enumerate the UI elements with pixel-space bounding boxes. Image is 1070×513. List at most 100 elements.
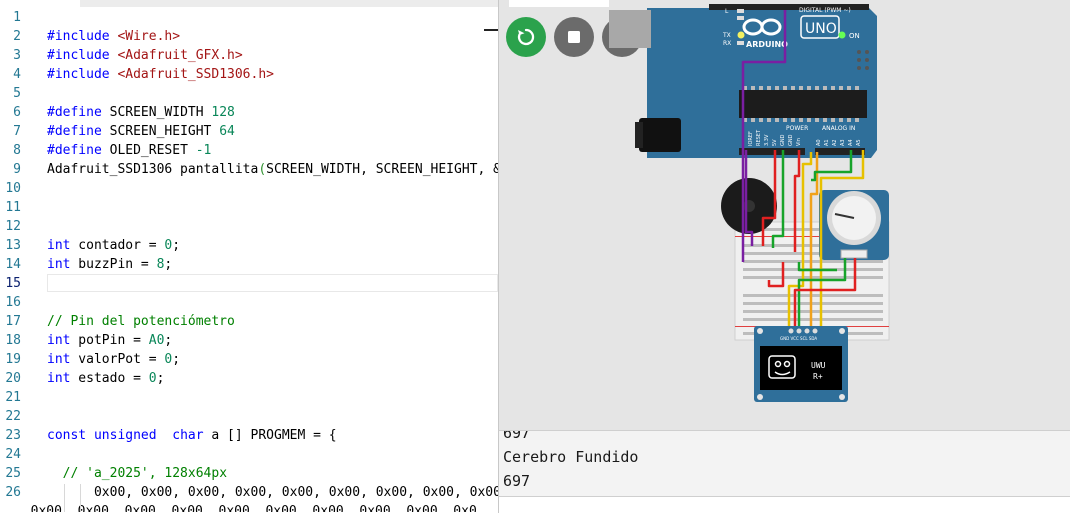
type-keyword: const <box>47 428 87 443</box>
define-name: SCREEN_HEIGHT <box>101 124 220 139</box>
define-name: SCREEN_WIDTH <box>101 105 212 120</box>
code-line-16[interactable] <box>47 293 498 312</box>
include-directive: #include <box>47 67 110 82</box>
code-line-15[interactable] <box>47 274 498 293</box>
code-line-8[interactable]: #define OLED_RESET -1 <box>47 141 498 160</box>
code-line-5[interactable] <box>47 84 498 103</box>
code-line-7[interactable]: #define SCREEN_HEIGHT 64 <box>47 122 498 141</box>
code-semicolon: ; <box>156 371 165 386</box>
define-directive: #define <box>47 143 102 158</box>
type-keyword: int <box>47 257 71 272</box>
simulation-canvas[interactable]: DIGITAL (PWM ~) ARDUINO UNO L TX RX ON P… <box>498 0 1070 430</box>
indent-guide <box>64 484 65 512</box>
code-line-6[interactable]: #define SCREEN_WIDTH 128 <box>47 103 498 122</box>
code-editor[interactable]: 1 2 3 4 5 6 7 8 9 10 11 12 13 14 15 16 1… <box>0 0 498 512</box>
serial-input-bar[interactable] <box>498 496 1070 513</box>
code-paren: ( <box>258 162 267 177</box>
code-text-segment: Adafruit_SSD1306 pantallita <box>47 162 259 177</box>
line-number: 7 <box>13 124 21 139</box>
code-line-26[interactable]: 0x00, 0x00, 0x00, 0x00, 0x00, 0x00, 0x00… <box>47 483 498 502</box>
serial-monitor[interactable]: 697 Cerebro Fundido 697 <box>498 430 1070 497</box>
buzzer[interactable] <box>721 178 777 234</box>
line-number: 11 <box>5 200 21 215</box>
code-line-11[interactable] <box>47 198 498 217</box>
pin-gnd: GND <box>788 134 794 146</box>
code-line-4[interactable]: #include <Adafruit_SSD1306.h> <box>47 65 498 84</box>
pin-reset: RESET <box>756 129 762 146</box>
serial-line: 697 <box>503 430 531 442</box>
code-line-25[interactable]: // 'a_2025', 128x64px <box>47 464 498 483</box>
code-line-3[interactable]: #include <Adafruit_GFX.h> <box>47 46 498 65</box>
oled-pin-labels: GND VCC SCL SDA <box>780 336 817 341</box>
code-line-27[interactable]: 0x00, 0x00, 0x00, 0x00, 0x00, 0x00, 0x00… <box>15 502 498 512</box>
code-line-2[interactable]: #include <Wire.h> <box>47 27 498 46</box>
define-value: 64 <box>219 124 235 139</box>
type-keyword: int <box>47 333 71 348</box>
code-line-10[interactable] <box>47 179 498 198</box>
code-text-segment: potPin = <box>70 333 149 348</box>
pin-a3: A3 <box>840 139 846 146</box>
code-text[interactable]: #include <Wire.h> #include <Adafruit_GFX… <box>31 8 498 512</box>
code-line-20[interactable]: int estado = 0; <box>47 369 498 388</box>
code-semicolon: ; <box>172 238 181 253</box>
pin-vin: Vin <box>796 138 802 146</box>
type-keyword: int <box>47 371 71 386</box>
code-line-19[interactable]: int valorPot = 0; <box>47 350 498 369</box>
define-name: OLED_RESET <box>101 143 196 158</box>
code-line-21[interactable] <box>47 388 498 407</box>
line-number: 5 <box>13 86 21 101</box>
line-number: 13 <box>5 238 21 253</box>
code-hex-values: 0x00, 0x00, 0x00, 0x00, 0x00, 0x00, 0x00… <box>93 485 498 500</box>
pin-a2: A2 <box>832 139 838 146</box>
line-number-active: 15 <box>5 276 21 291</box>
include-header: <Wire.h> <box>117 29 181 44</box>
code-line-24[interactable] <box>47 445 498 464</box>
type-keyword: int <box>47 238 71 253</box>
indent-guide <box>80 484 81 512</box>
code-number: A0 <box>148 333 165 348</box>
code-semicolon: ; <box>164 257 173 272</box>
code-line-9[interactable]: Adafruit_SSD1306 pantallita(SCREEN_WIDTH… <box>47 160 498 179</box>
code-line-1[interactable] <box>47 8 498 27</box>
editor-tab-strip <box>0 0 498 7</box>
code-line-13[interactable]: int contador = 0; <box>47 236 498 255</box>
code-line-23[interactable]: const unsigned char a [] PROGMEM = { <box>47 426 498 445</box>
power-jack <box>639 118 681 152</box>
line-number: 10 <box>5 181 21 196</box>
code-comment: // Pin del potenciómetro <box>47 314 235 329</box>
led-tx-label: TX <box>722 32 731 39</box>
code-text-segment: estado = <box>70 371 149 386</box>
code-line-18[interactable]: int potPin = A0; <box>47 331 498 350</box>
line-number: 6 <box>13 105 21 120</box>
serial-line: Cerebro Fundido <box>503 448 639 466</box>
board-brand: ARDUINO <box>746 40 788 49</box>
define-directive: #define <box>47 124 102 139</box>
code-line-14[interactable]: int buzzPin = 8; <box>47 255 498 274</box>
include-header: <Adafruit_SSD1306.h> <box>117 67 274 82</box>
type-keyword: unsigned <box>93 428 157 443</box>
define-value: -1 <box>195 143 212 158</box>
include-directive: #include <box>47 48 110 63</box>
code-line-22[interactable] <box>47 407 498 426</box>
oled-display[interactable]: GND VCC SCL SDA UWU R+ <box>754 326 848 402</box>
code-semicolon: ; <box>164 333 173 348</box>
oled-screen <box>760 346 842 390</box>
line-number: 16 <box>5 295 21 310</box>
code-line-17[interactable]: // Pin del potenciómetro <box>47 312 498 331</box>
potentiometer[interactable] <box>819 190 889 260</box>
code-comment: // 'a_2025', 128x64px <box>62 466 228 481</box>
code-text-segment: a [] PROGMEM = { <box>203 428 337 443</box>
include-header: <Adafruit_GFX.h> <box>117 48 243 63</box>
usb-connector <box>609 10 651 48</box>
code-line-12[interactable] <box>47 217 498 236</box>
type-keyword: char <box>172 428 204 443</box>
on-label: ON <box>849 32 860 40</box>
pin-gnd: GND <box>780 134 786 146</box>
line-number: 8 <box>13 143 21 158</box>
define-value: 128 <box>211 105 235 120</box>
digital-label: DIGITAL (PWM ~) <box>799 7 851 14</box>
oled-text-2: R+ <box>813 372 823 381</box>
code-semicolon: ; <box>172 352 181 367</box>
line-number: 23 <box>5 428 21 443</box>
line-number: 4 <box>13 67 21 82</box>
